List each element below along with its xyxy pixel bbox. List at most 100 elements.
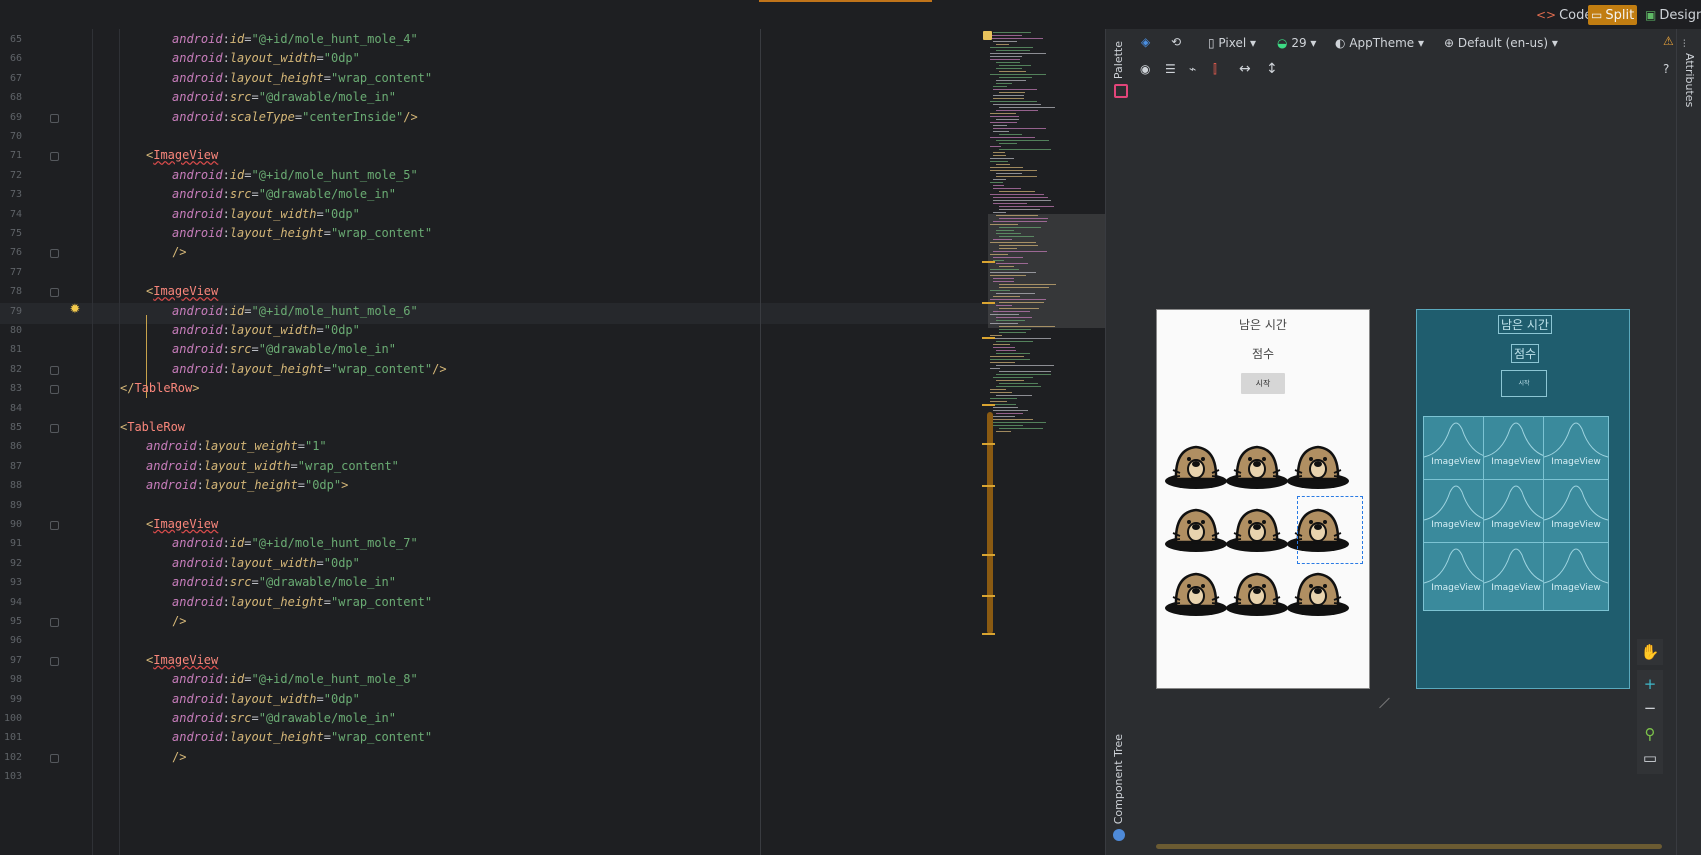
warning-icon[interactable]: ⚠ xyxy=(1663,34,1674,48)
globe-icon[interactable] xyxy=(1113,829,1125,841)
design-horizontal-scrollbar[interactable] xyxy=(1156,844,1662,849)
bp-imageview[interactable]: ImageView xyxy=(1483,479,1549,548)
fold-marker-icon[interactable] xyxy=(50,618,59,627)
code-editor[interactable]: 65 66 67 68 69 70 71 72 73 74 75 76 77 78 79 80 81 82 83 84… xyxy=(0,29,1105,855)
fold-marker-icon[interactable] xyxy=(50,753,59,763)
device-selector[interactable]: ▯ Pixel ▾ xyxy=(1208,36,1256,50)
split-mode-button[interactable]: ▭ Split xyxy=(1588,5,1638,25)
code-line[interactable]: android:layout_width="0dp" xyxy=(172,323,360,337)
bp-imageview[interactable]: ImageView xyxy=(1423,416,1489,485)
mole-image[interactable] xyxy=(1224,429,1290,495)
code-line[interactable]: android:layout_width="wrap_content" xyxy=(146,459,399,473)
mole-image[interactable] xyxy=(1285,556,1351,622)
fold-marker-icon[interactable] xyxy=(50,656,59,666)
fold-marker-icon[interactable] xyxy=(50,385,59,395)
code-line[interactable]: /> xyxy=(172,614,186,628)
code-line[interactable]: <TableRow xyxy=(120,420,185,434)
code-line[interactable]: /> xyxy=(172,750,186,764)
fold-marker-icon[interactable] xyxy=(50,365,59,375)
attributes-icon[interactable]: ⫶ xyxy=(1683,39,1686,50)
layers-icon[interactable]: ◈ xyxy=(1141,35,1150,49)
zoom-in-icon[interactable]: + xyxy=(1637,671,1663,697)
attributes-tab[interactable]: Attributes xyxy=(1683,53,1696,107)
design-canvas[interactable]: 남은 시간 점수 시작 남은 시간 점수 시작 ImageView ImageVi… xyxy=(1131,87,1676,855)
code-line[interactable]: android:layout_width="0dp" xyxy=(172,207,360,221)
margins-icon[interactable]: ⫿ xyxy=(1213,62,1217,77)
zoom-actual-icon[interactable]: ▭ xyxy=(1637,745,1663,771)
bp-imageview[interactable]: ImageView xyxy=(1423,479,1489,548)
selection-box[interactable] xyxy=(1297,496,1363,564)
code-line[interactable]: android:layout_height="wrap_content" xyxy=(172,226,432,240)
code-line[interactable]: android:id="@+id/mole_hunt_mole_7" xyxy=(172,536,418,550)
locale-selector[interactable]: ⊕ Default (en-us) ▾ xyxy=(1444,36,1558,50)
fold-marker-icon[interactable] xyxy=(50,249,59,259)
code-line[interactable]: /> xyxy=(172,245,186,259)
code-line[interactable]: <ImageView xyxy=(146,148,218,162)
code-minimap[interactable] xyxy=(983,29,1106,855)
code-line[interactable]: android:layout_height="wrap_content" xyxy=(172,71,432,85)
mole-image[interactable] xyxy=(1163,429,1229,495)
fold-marker-icon[interactable] xyxy=(50,424,59,433)
fold-marker-icon[interactable] xyxy=(50,288,59,298)
bp-score-label[interactable]: 점수 xyxy=(1511,344,1540,363)
bp-remaining-time-label[interactable]: 남은 시간 xyxy=(1498,315,1552,334)
code-line[interactable]: </TableRow> xyxy=(120,381,199,395)
code-line[interactable]: <ImageView xyxy=(146,653,218,667)
fold-marker-icon[interactable] xyxy=(50,113,59,123)
component-tree-tab[interactable]: Component Tree xyxy=(1112,734,1125,824)
code-line[interactable]: android:layout_width="0dp" xyxy=(172,556,360,570)
warning-marker-icon[interactable] xyxy=(983,31,992,40)
mole-image[interactable] xyxy=(1163,492,1229,558)
code-line[interactable]: android:scaleType="centerInside"/> xyxy=(172,110,418,124)
code-line[interactable]: android:src="@drawable/mole_in" xyxy=(172,187,396,201)
code-line[interactable]: android:layout_height="wrap_content" xyxy=(172,595,432,609)
mole-image[interactable] xyxy=(1285,429,1351,495)
code-line[interactable]: <ImageView xyxy=(146,284,218,298)
view-options-icon[interactable]: ◉ xyxy=(1140,62,1150,76)
mole-image[interactable] xyxy=(1163,556,1229,622)
resize-handle-icon[interactable] xyxy=(1369,687,1390,709)
orientation-icon[interactable]: ⟲ xyxy=(1171,35,1181,49)
code-line[interactable]: android:layout_height="wrap_content"/> xyxy=(172,362,447,376)
code-line[interactable]: android:id="@+id/mole_hunt_mole_6" xyxy=(172,304,418,318)
code-line[interactable]: android:layout_height="wrap_content" xyxy=(172,730,432,744)
lightbulb-icon[interactable]: ✹ xyxy=(67,302,83,318)
bp-imageview[interactable]: ImageView xyxy=(1543,479,1609,548)
mole-image[interactable] xyxy=(1224,492,1290,558)
code-line[interactable]: <ImageView xyxy=(146,517,218,531)
help-icon[interactable]: ? xyxy=(1663,62,1669,76)
start-button[interactable]: 시작 xyxy=(1241,373,1285,394)
bp-imageview[interactable]: ImageView xyxy=(1543,542,1609,611)
fold-marker-icon[interactable] xyxy=(50,152,59,162)
code-line[interactable]: android:layout_width="0dp" xyxy=(172,51,360,65)
theme-selector[interactable]: ◐ AppTheme ▾ xyxy=(1335,36,1424,50)
code-line[interactable]: android:src="@drawable/mole_in" xyxy=(172,342,396,356)
code-mode-button[interactable]: <> Code xyxy=(1533,5,1595,25)
code-line[interactable]: android:id="@+id/mole_hunt_mole_4" xyxy=(172,32,418,46)
bp-imageview[interactable]: ImageView xyxy=(1483,416,1549,485)
pan-icon[interactable]: ✋ xyxy=(1637,639,1663,665)
palette-tab[interactable]: Palette xyxy=(1112,41,1125,79)
constraints-icon[interactable]: ⌁ xyxy=(1189,62,1196,76)
pack-vertical-icon[interactable]: ↕ xyxy=(1266,61,1278,77)
line-gutter[interactable]: 65 66 67 68 69 70 71 72 73 74 75 76 77 78 79 80 81 82 83 84… xyxy=(0,29,60,855)
code-line[interactable]: android:src="@drawable/mole_in" xyxy=(172,575,396,589)
design-mode-button[interactable]: ▣ Design xyxy=(1642,5,1701,25)
editor-scrollbar[interactable] xyxy=(987,412,993,634)
code-line[interactable]: android:id="@+id/mole_hunt_mole_8" xyxy=(172,672,418,686)
code-line[interactable]: android:id="@+id/mole_hunt_mole_5" xyxy=(172,168,418,182)
bp-imageview[interactable]: ImageView xyxy=(1543,416,1609,485)
code-line[interactable]: android:layout_weight="1" xyxy=(146,439,327,453)
blueprint-icon[interactable]: ☰ xyxy=(1165,62,1176,76)
bp-imageview[interactable]: ImageView xyxy=(1423,542,1489,611)
code-line[interactable]: android:src="@drawable/mole_in" xyxy=(172,711,396,725)
api-level-selector[interactable]: ◒ 29 ▾ xyxy=(1277,36,1316,50)
code-line[interactable]: android:layout_height="0dp"> xyxy=(146,478,348,492)
layout-preview[interactable]: 남은 시간 점수 시작 xyxy=(1156,309,1370,689)
remaining-time-label[interactable]: 남은 시간 xyxy=(1157,316,1369,333)
code-line[interactable]: android:layout_width="0dp" xyxy=(172,692,360,706)
mole-image[interactable] xyxy=(1224,556,1290,622)
code-line[interactable]: android:src="@drawable/mole_in" xyxy=(172,90,396,104)
zoom-out-icon[interactable]: − xyxy=(1637,695,1663,721)
zoom-fit-icon[interactable]: ⚲ xyxy=(1637,721,1663,747)
